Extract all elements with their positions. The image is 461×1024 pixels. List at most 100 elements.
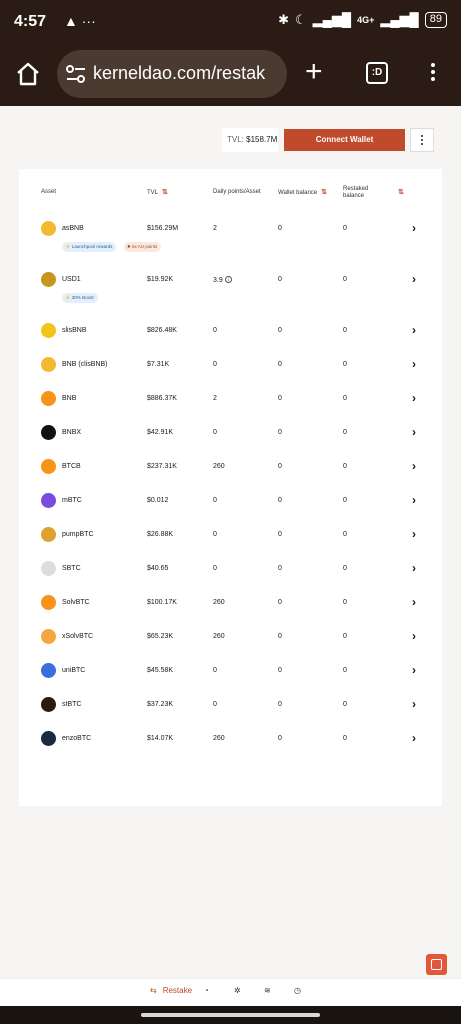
- chevron-right-icon[interactable]: ›: [412, 629, 416, 643]
- chevron-right-icon[interactable]: ›: [412, 595, 416, 609]
- wallet-balance-text: 0: [278, 735, 282, 742]
- sort-icon[interactable]: ⇅: [321, 189, 327, 196]
- chevron-right-icon[interactable]: ›: [412, 357, 416, 371]
- table-row[interactable]: uniBTC $45.58K 0 0 0 ›: [19, 657, 442, 687]
- table-row[interactable]: SolvBTC $100.17K 260 0 0 ›: [19, 589, 442, 619]
- connect-wallet-button[interactable]: Connect Wallet: [284, 129, 405, 151]
- coin-icon: [41, 595, 56, 610]
- signal-icon-2: ▂▄▆█: [380, 12, 419, 27]
- asset-name: USD1: [62, 276, 81, 283]
- chevron-right-icon[interactable]: ›: [412, 459, 416, 473]
- coin-icon: [41, 425, 56, 440]
- header-tvl[interactable]: TVL ⇅: [147, 189, 168, 197]
- daily-points-text: 0: [213, 701, 217, 708]
- status-icons: ✱ ☾ ▂▄▆█ 4G+ ▂▄▆█ 89: [278, 12, 447, 28]
- tvl-value: $100.17K: [147, 599, 177, 606]
- chevron-right-icon[interactable]: ›: [412, 561, 416, 575]
- chevron-right-icon[interactable]: ›: [412, 221, 416, 235]
- tvl-value: $826.48K: [147, 327, 177, 334]
- network-type: 4G+: [357, 15, 375, 25]
- table-row[interactable]: BNB $886.37K 2 0 0 ›: [19, 385, 442, 415]
- daily-points-text: 2: [213, 225, 217, 232]
- table-row[interactable]: USD1 $19.92K 3.9 i 0 0 › ⚡ 30% Boost: [19, 266, 442, 303]
- asset-name: enzoBTC: [62, 735, 92, 742]
- daily-points-text: 260: [213, 463, 225, 470]
- sort-icon[interactable]: ⇅: [162, 189, 168, 196]
- chevron-right-icon[interactable]: ›: [412, 323, 416, 337]
- asset-name: SBTC: [62, 565, 81, 572]
- tvl-value: $19.92K: [147, 276, 173, 283]
- battery-indicator: 89: [424, 12, 447, 28]
- home-gesture-bar[interactable]: [141, 1013, 320, 1017]
- table-row[interactable]: BTCB $237.31K 260 0 0 ›: [19, 453, 442, 483]
- chevron-right-icon[interactable]: ›: [412, 391, 416, 405]
- url-field[interactable]: kerneldao.com/restak: [57, 50, 287, 98]
- tvl-value: $14.07K: [147, 735, 173, 742]
- table-row[interactable]: enzoBTC $14.07K 260 0 0 ›: [19, 725, 442, 755]
- tvl-value: $158.7M: [246, 135, 278, 144]
- tvl-display: TVL: $158.7M: [222, 128, 278, 152]
- wallet-balance-text: 0: [278, 429, 282, 436]
- status-badge: ✸ 5x AU points: [124, 242, 162, 252]
- home-icon[interactable]: [15, 61, 41, 87]
- chevron-right-icon[interactable]: ›: [412, 272, 416, 286]
- wallet-balance-text: 0: [278, 667, 282, 674]
- layers-icon[interactable]: ≋: [264, 986, 271, 995]
- sort-icon[interactable]: ⇅: [394, 189, 404, 197]
- chevron-right-icon[interactable]: ›: [412, 425, 416, 439]
- daily-points-text: 0: [213, 429, 217, 436]
- tab-switcher-button[interactable]: :D: [366, 62, 388, 84]
- chevron-right-icon[interactable]: ›: [412, 697, 416, 711]
- chevron-right-icon[interactable]: ›: [412, 527, 416, 541]
- asset-name: uniBTC: [62, 667, 86, 674]
- wallet-balance-text: 0: [278, 531, 282, 538]
- daily-points: 0: [213, 531, 217, 538]
- header-asset: Asset: [41, 189, 57, 195]
- header-wallet-balance[interactable]: Wallet balance ⇅: [278, 189, 327, 197]
- wallet-balance: 0: [278, 429, 282, 436]
- tvl-value-text: $26.88K: [147, 531, 174, 538]
- browser-menu-icon[interactable]: [424, 60, 442, 88]
- new-tab-icon[interactable]: +: [305, 57, 323, 87]
- wallet-balance: 0: [278, 735, 282, 742]
- table-row[interactable]: stBTC $37.23K 0 0 0 ›: [19, 691, 442, 721]
- network-icon[interactable]: ✲: [234, 986, 241, 995]
- table-row[interactable]: slisBNB $826.48K 0 0 0 ›: [19, 317, 442, 347]
- asset-name: BNB: [62, 395, 77, 402]
- info-icon[interactable]: i: [224, 276, 232, 283]
- daily-points-text: 260: [213, 735, 225, 742]
- daily-points: 260: [213, 735, 225, 742]
- tvl-value: $42.91K: [147, 429, 173, 436]
- restaked-balance: 0: [343, 395, 347, 402]
- table-row[interactable]: asBNB $156.29M 2 0 0 › ⚡ Launchpool rewards ✸ 5…: [19, 215, 442, 252]
- chevron-right-icon[interactable]: ›: [412, 663, 416, 677]
- table-row[interactable]: BNBX $42.91K 0 0 0 ›: [19, 419, 442, 449]
- chevron-right-icon[interactable]: ›: [412, 493, 416, 507]
- table-row[interactable]: BNB (clisBNB) $7.31K 0 0 0 ›: [19, 351, 442, 381]
- floating-action-button[interactable]: [426, 954, 447, 975]
- chevron-right-icon[interactable]: ›: [412, 731, 416, 745]
- tvl-value-text: $237.31K: [147, 463, 177, 470]
- table-row[interactable]: mBTC $0.012 0 0 0 ›: [19, 487, 442, 517]
- table-row[interactable]: pumpBTC $26.88K 0 0 0 ›: [19, 521, 442, 551]
- more-menu-icon[interactable]: [410, 128, 434, 152]
- table-row[interactable]: xSolvBTC $65.23K 260 0 0 ›: [19, 623, 442, 653]
- nav-restake[interactable]: ⇆ Restake: [150, 986, 192, 995]
- asset-name: SolvBTC: [62, 599, 90, 606]
- tvl-value: $45.58K: [147, 667, 173, 674]
- header-restaked-balance: Restaked balance: [343, 186, 369, 199]
- badge-label: 30% Boost: [71, 295, 94, 300]
- asset-name: asBNB: [62, 225, 84, 232]
- asset-name: BNBX: [62, 429, 82, 436]
- wallet-balance: 0: [278, 225, 282, 232]
- wallet-balance: 0: [278, 276, 282, 283]
- tvl-value: $37.23K: [147, 701, 173, 708]
- history-icon[interactable]: ◷: [294, 986, 301, 995]
- asset-name: mBTC: [62, 497, 82, 504]
- coin-icon: [41, 272, 56, 287]
- tvl-value: $886.37K: [147, 395, 177, 402]
- table-row[interactable]: SBTC $40.65 0 0 0 ›: [19, 555, 442, 585]
- dashboard-icon[interactable]: ◔: [204, 986, 209, 995]
- site-settings-icon[interactable]: [65, 64, 87, 84]
- browser-toolbar: kerneldao.com/restak + :D: [0, 46, 461, 106]
